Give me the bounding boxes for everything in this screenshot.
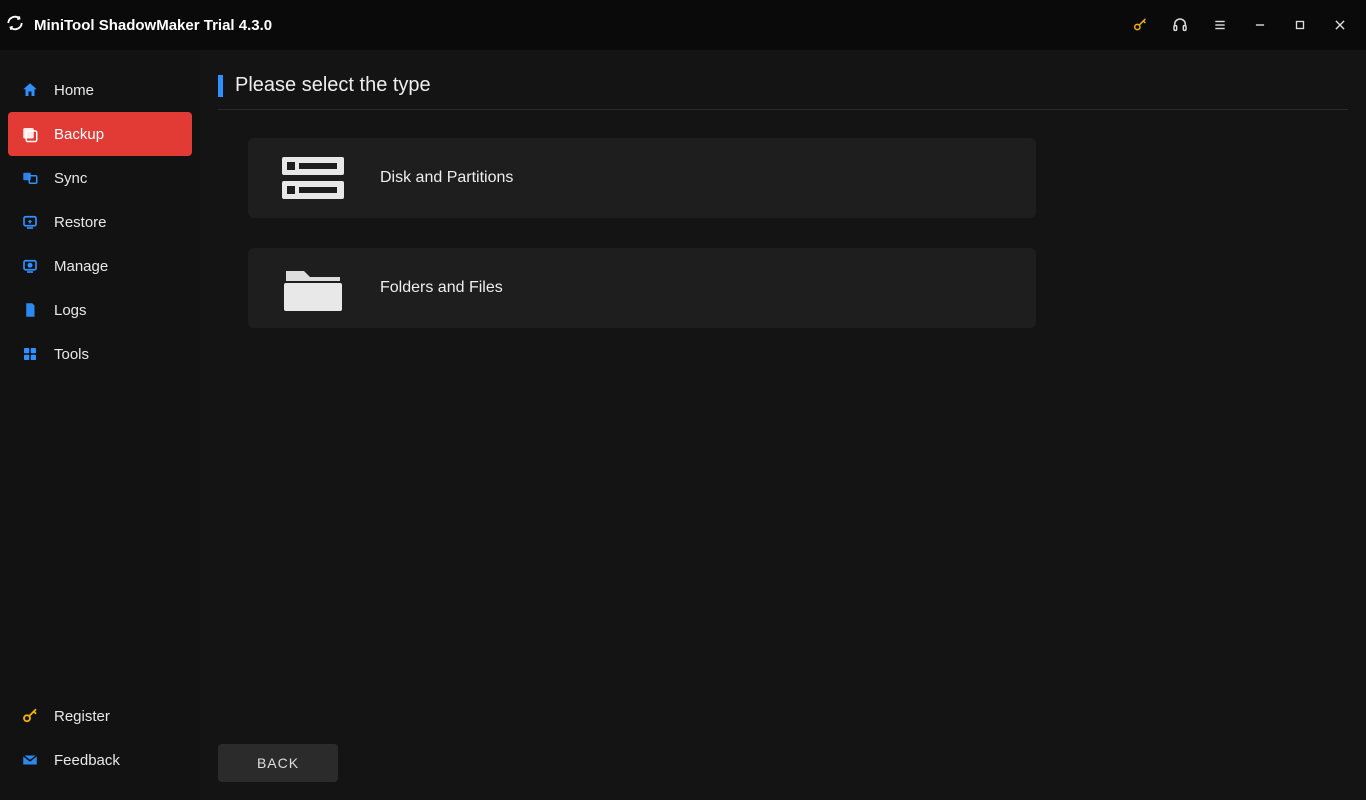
sidebar-item-tools[interactable]: Tools — [8, 332, 192, 376]
sidebar-bottom-label: Register — [54, 708, 110, 725]
option-disk-and-partitions[interactable]: Disk and Partitions — [248, 138, 1036, 218]
app-logo-icon — [6, 14, 24, 37]
minimize-button[interactable] — [1244, 9, 1276, 41]
maximize-button[interactable] — [1284, 9, 1316, 41]
register-key-button[interactable] — [1124, 9, 1156, 41]
tools-icon — [20, 344, 40, 364]
back-button-label: BACK — [257, 755, 299, 771]
sidebar-item-sync[interactable]: Sync — [8, 156, 192, 200]
sidebar-register[interactable]: Register — [8, 694, 192, 738]
close-button[interactable] — [1324, 9, 1356, 41]
backup-icon — [20, 124, 40, 144]
app-body: Home Backup Sync Restore — [0, 50, 1366, 800]
sidebar-feedback[interactable]: Feedback — [8, 738, 192, 782]
main-footer: BACK — [218, 736, 1348, 782]
sidebar-item-restore[interactable]: Restore — [8, 200, 192, 244]
sidebar-item-backup[interactable]: Backup — [8, 112, 192, 156]
key-icon — [20, 706, 40, 726]
app-window: MiniTool ShadowMaker Trial 4.3.0 — [0, 0, 1366, 800]
sidebar-item-label: Home — [54, 82, 180, 99]
page-title: Please select the type — [235, 74, 431, 97]
sidebar-item-logs[interactable]: Logs — [8, 288, 192, 332]
sidebar-item-label: Restore — [54, 214, 180, 231]
menu-button[interactable] — [1204, 9, 1236, 41]
sidebar-item-manage[interactable]: Manage — [8, 244, 192, 288]
sidebar-item-label: Sync — [54, 170, 180, 187]
home-icon — [20, 80, 40, 100]
option-label: Folders and Files — [380, 279, 503, 297]
type-options: Disk and Partitions Folders and Files — [248, 138, 1348, 328]
disk-partitions-icon — [278, 151, 348, 205]
app-title: MiniTool ShadowMaker Trial 4.3.0 — [34, 17, 272, 34]
sidebar-item-label: Tools — [54, 346, 180, 363]
option-folders-and-files[interactable]: Folders and Files — [248, 248, 1036, 328]
main-panel: Please select the type Disk — [200, 50, 1366, 800]
mail-icon — [20, 750, 40, 770]
sidebar-bottom-label: Feedback — [54, 752, 120, 769]
titlebar: MiniTool ShadowMaker Trial 4.3.0 — [0, 0, 1366, 50]
page-header: Please select the type — [218, 74, 1348, 110]
sidebar-item-home[interactable]: Home — [8, 68, 192, 112]
sync-icon — [20, 168, 40, 188]
header-accent-bar — [218, 75, 223, 97]
sidebar-item-label: Logs — [54, 302, 180, 319]
folder-icon — [278, 261, 348, 315]
support-button[interactable] — [1164, 9, 1196, 41]
sidebar-item-label: Backup — [54, 126, 180, 143]
logs-icon — [20, 300, 40, 320]
manage-icon — [20, 256, 40, 276]
back-button[interactable]: BACK — [218, 744, 338, 782]
sidebar: Home Backup Sync Restore — [0, 50, 200, 800]
sidebar-item-label: Manage — [54, 258, 180, 275]
restore-icon — [20, 212, 40, 232]
option-label: Disk and Partitions — [380, 169, 513, 187]
